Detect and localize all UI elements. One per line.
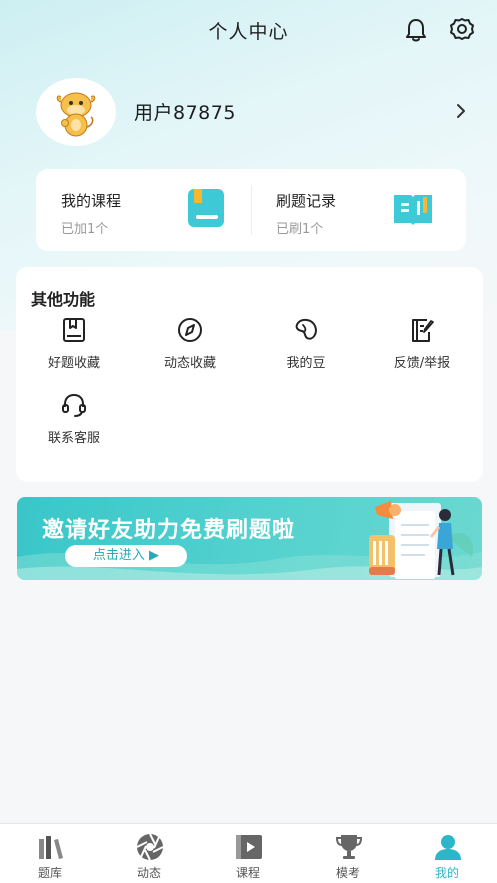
tab-courses-label: 课程 <box>235 866 260 880</box>
book-card-icon <box>188 189 224 227</box>
chevron-right-icon <box>457 104 465 118</box>
favorite-questions-button[interactable]: 好题收藏 <box>16 317 132 383</box>
invite-banner[interactable]: 邀请好友助力免费刷题啦 点击进入 ▶ <box>17 497 482 580</box>
banner-title: 邀请好友助力免费刷题啦 <box>42 518 296 543</box>
tab-mine[interactable]: 我的 <box>397 824 497 883</box>
library-icon <box>39 836 63 859</box>
other-functions-card: 其他功能 好题收藏 动态收藏 我的豆 反馈/举报 联系客服 <box>16 267 483 482</box>
compass-icon <box>178 318 202 342</box>
avatar[interactable] <box>36 78 116 146</box>
bell-icon[interactable] <box>402 16 430 44</box>
favorite-questions-label: 好题收藏 <box>47 356 100 371</box>
user-icon <box>435 835 461 860</box>
my-courses-count: 已加1个 <box>61 222 109 237</box>
my-courses-button[interactable]: 我的课程 已加1个 <box>36 169 251 251</box>
customer-service-button[interactable]: 联系客服 <box>16 392 132 458</box>
banner-illustration <box>369 501 473 579</box>
my-beans-label: 我的豆 <box>286 356 326 371</box>
profile-row[interactable]: 用户87875 <box>36 78 476 146</box>
favorite-posts-button[interactable]: 动态收藏 <box>132 317 248 383</box>
practice-record-title: 刷题记录 <box>276 192 337 210</box>
tab-question-bank[interactable]: 题库 <box>0 824 100 883</box>
tab-courses[interactable]: 课程 <box>198 824 298 883</box>
feedback-icon <box>412 319 434 342</box>
tab-mock-exam-label: 模考 <box>335 866 360 880</box>
book-icon <box>63 318 85 342</box>
my-courses-title: 我的课程 <box>61 192 122 210</box>
favorite-posts-label: 动态收藏 <box>163 356 216 371</box>
tab-mine-label: 我的 <box>434 866 459 880</box>
customer-service-label: 联系客服 <box>47 431 100 446</box>
course-card: 我的课程 已加1个 刷题记录 已刷1个 <box>36 169 466 251</box>
headset-icon <box>62 393 86 417</box>
header: 个人中心 <box>0 0 497 60</box>
practice-record-count: 已刷1个 <box>276 222 324 237</box>
bean-icon <box>295 318 317 340</box>
video-icon <box>236 835 262 859</box>
section-title: 其他功能 <box>31 290 96 309</box>
feedback-report-button[interactable]: 反馈/举报 <box>364 317 480 383</box>
gear-icon[interactable] <box>448 16 476 44</box>
cow-mascot-icon <box>56 92 96 137</box>
practice-record-button[interactable]: 刷题记录 已刷1个 <box>251 169 466 251</box>
my-beans-button[interactable]: 我的豆 <box>248 317 364 383</box>
bottom-tab-bar: 题库 动态 课程 模考 我的 <box>0 823 497 883</box>
enter-button[interactable]: 点击进入 ▶ <box>65 545 187 567</box>
feedback-report-label: 反馈/举报 <box>393 356 451 371</box>
tab-mock-exam[interactable]: 模考 <box>298 824 398 883</box>
trophy-icon <box>335 835 363 859</box>
shutter-icon <box>136 833 164 861</box>
tab-activity[interactable]: 动态 <box>99 824 199 883</box>
open-book-icon <box>394 195 432 225</box>
tab-activity-label: 动态 <box>136 866 161 880</box>
username: 用户87875 <box>134 102 236 124</box>
tab-question-bank-label: 题库 <box>37 866 62 880</box>
